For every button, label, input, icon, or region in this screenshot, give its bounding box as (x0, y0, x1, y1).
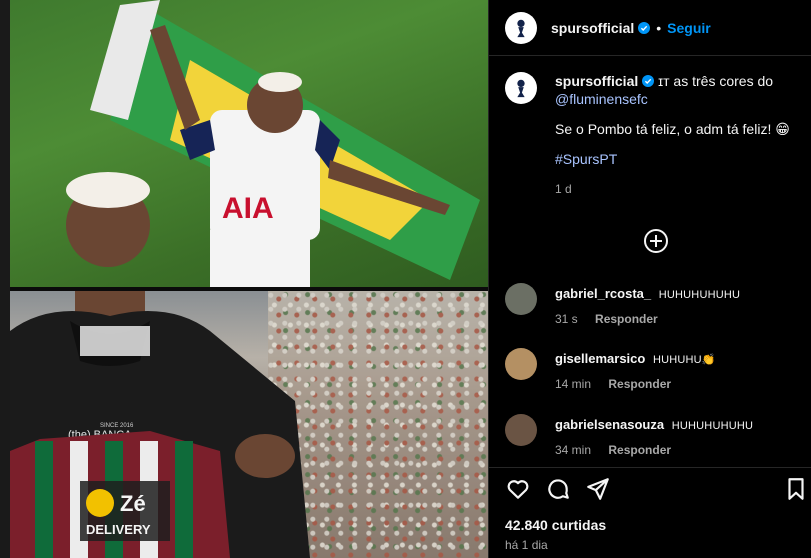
comment-reply-button[interactable]: Responder (595, 312, 658, 326)
comment-item: gisellemarsico HUHUHU👏 14 min Responder (505, 348, 805, 391)
comment-avatar[interactable] (505, 283, 537, 315)
comment-age: 31 s (555, 312, 578, 326)
comment-avatar[interactable] (505, 348, 537, 380)
post-side-panel: spursofficial • Seguir spursofficial ɪт … (488, 0, 811, 558)
post-date: há 1 dia (505, 538, 548, 552)
comment-age: 14 min (555, 377, 592, 391)
separator-dot: • (656, 19, 662, 36)
comment-text: HUHUHUHUHU (671, 420, 754, 432)
celebration-illustration: AIA (66, 0, 480, 287)
spurs-crest-icon (517, 79, 525, 98)
post-media[interactable]: AIA (the) BANCA SINCE 2016 (0, 0, 488, 558)
caption-mention-link[interactable]: @fluminensefc (555, 90, 795, 108)
shirt-sponsor-delivery: DELIVERY (86, 522, 151, 537)
comment-username[interactable]: gabriel_rcosta_ (555, 286, 651, 301)
comment-username[interactable]: gisellemarsico (555, 351, 645, 366)
post-header: spursofficial • Seguir (489, 0, 811, 56)
author-avatar[interactable] (505, 11, 537, 44)
post-actions-bar: 42.840 curtidas há 1 dia (489, 467, 811, 558)
spurs-crest-icon (517, 19, 525, 37)
media-edge (0, 0, 10, 558)
comment-item: gabrielsenasouza HUHUHUHUHU 34 min Respo… (505, 414, 805, 457)
caption-author[interactable]: spursofficial (555, 73, 638, 89)
share-send-icon[interactable] (585, 476, 611, 502)
caption-text: spursofficial ɪт as três cores do @flumi… (555, 72, 795, 198)
caption-age: 1 d (555, 182, 572, 196)
caption-author-avatar[interactable] (505, 72, 537, 104)
comment-bubble-icon[interactable] (545, 476, 571, 502)
save-bookmark-icon[interactable] (783, 476, 809, 502)
caption-prefix: ɪт as três cores do (658, 73, 774, 89)
caption: spursofficial ɪт as três cores do @flumi… (505, 72, 805, 198)
photo-top-celebration: AIA (10, 0, 488, 287)
photo-bottom-presentation: (the) BANCA SINCE 2016 Zé DELIVERY (10, 291, 488, 558)
presentation-illustration: (the) BANCA SINCE 2016 Zé DELIVERY (10, 291, 310, 558)
hoodie-subtext: SINCE 2016 (100, 423, 134, 429)
comment-text: HUHUHU👏 (652, 354, 716, 366)
comment-avatar[interactable] (505, 414, 537, 446)
likes-count[interactable]: 42.840 curtidas (505, 517, 606, 533)
load-more-comments-icon[interactable] (644, 229, 668, 253)
caption-hashtag-link[interactable]: #SpursPT (555, 150, 795, 168)
comment-reply-button[interactable]: Responder (608, 443, 671, 457)
verified-badge-icon (642, 75, 655, 87)
author-username[interactable]: spursofficial (551, 20, 634, 36)
comment-username[interactable]: gabrielsenasouza (555, 417, 664, 432)
comment-age: 34 min (555, 443, 592, 457)
caption-line: Se o Pombo tá feliz, o adm tá feliz! 😁 (555, 121, 790, 137)
shirt-sponsor-top: AIA (222, 192, 274, 225)
comment-text: HUHUHUHUHU (658, 289, 741, 301)
verified-badge-icon (638, 21, 651, 34)
comment-item: gabriel_rcosta_ HUHUHUHUHU 31 s Responde… (505, 283, 805, 326)
shirt-sponsor-ze: Zé (120, 491, 146, 516)
follow-button[interactable]: Seguir (667, 20, 711, 36)
like-heart-icon[interactable] (505, 476, 531, 502)
comment-reply-button[interactable]: Responder (608, 377, 671, 391)
